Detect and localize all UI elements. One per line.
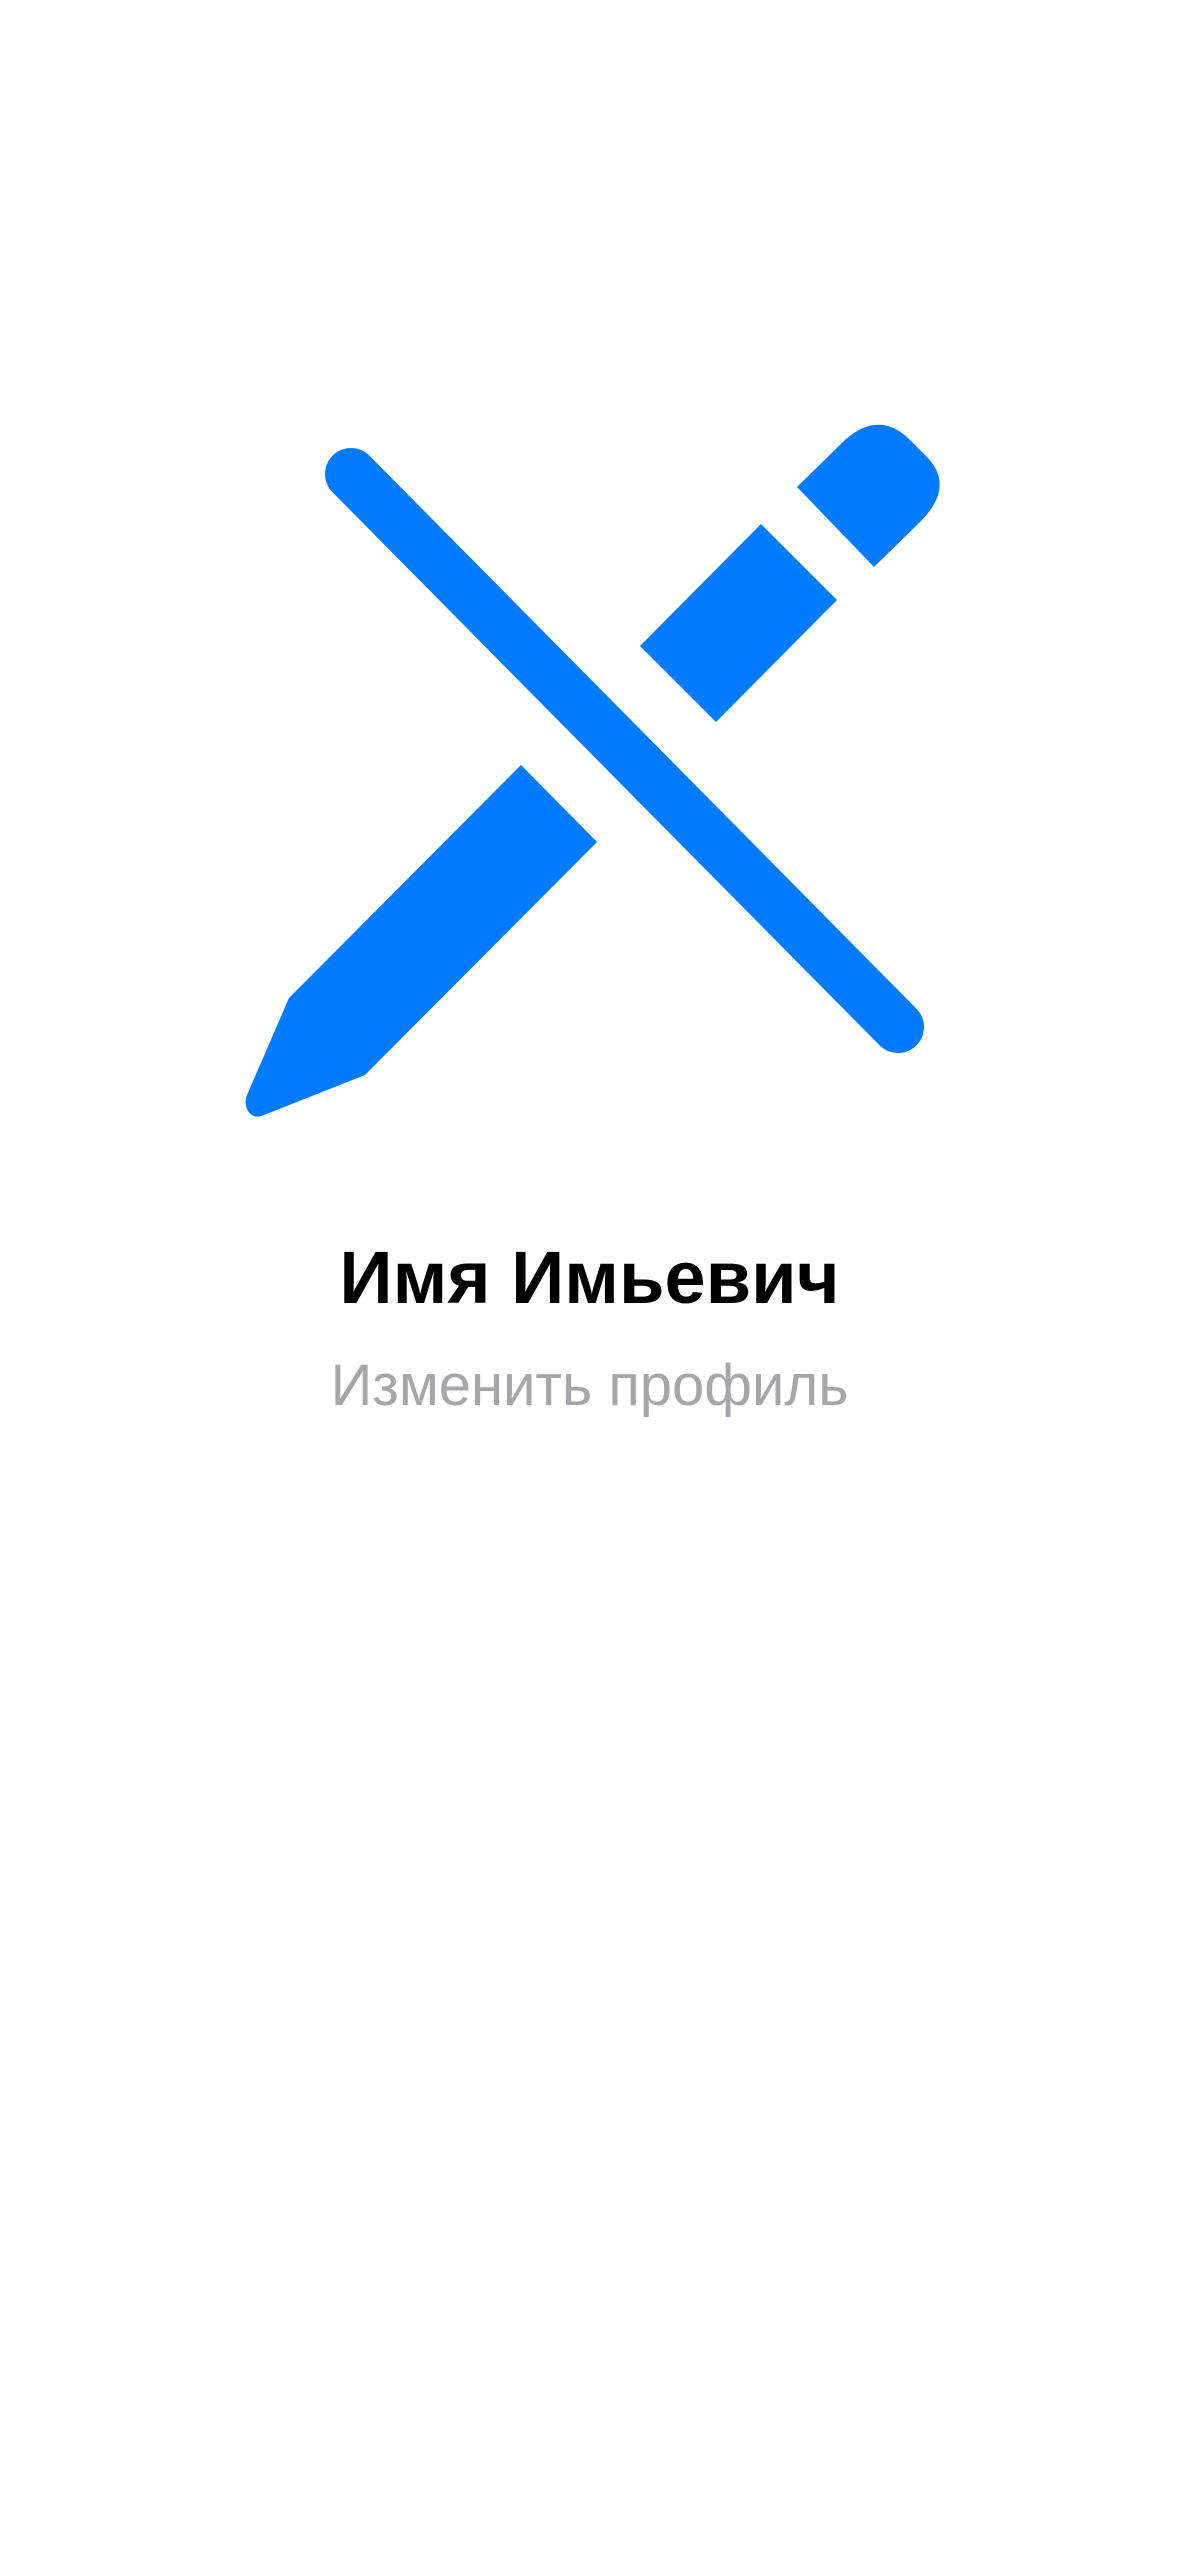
edit-profile-link[interactable]: Изменить профиль bbox=[0, 1346, 1179, 1426]
pencil-slash-icon bbox=[240, 420, 950, 1130]
profile-name: Имя Имьевич bbox=[339, 1236, 840, 1319]
